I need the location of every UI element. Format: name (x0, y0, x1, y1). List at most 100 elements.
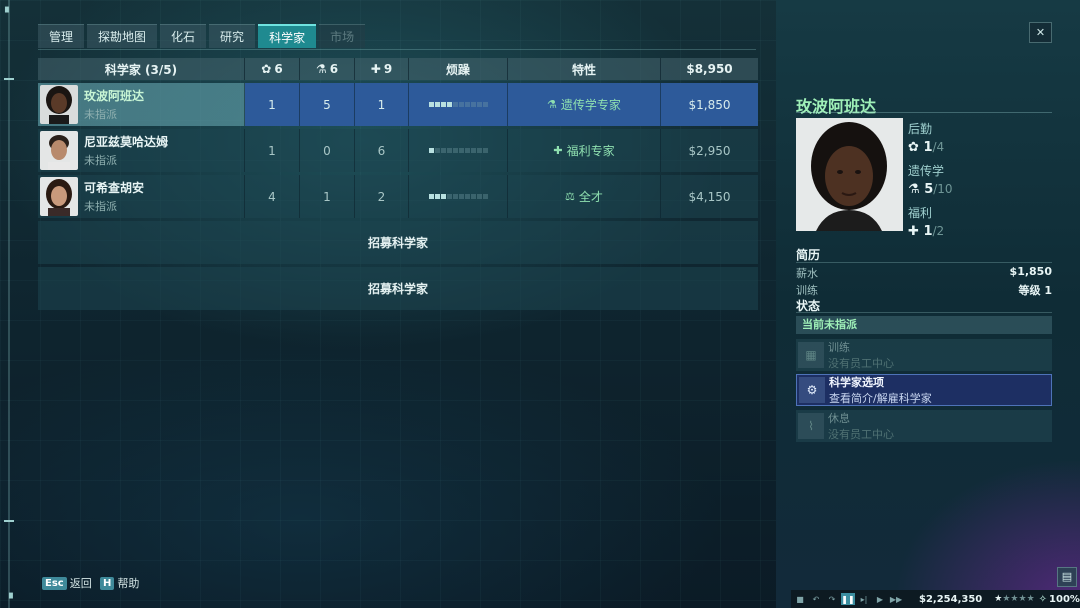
stat-genetics: 遗传学 ⚗ 5/10 (908, 162, 953, 197)
scientist-status: 未指派 (84, 154, 117, 167)
boredom-segment (452, 102, 458, 107)
boredom-segment (440, 194, 446, 199)
salary-cell: $1,850 (688, 97, 731, 112)
header-genetics-total: 6 (329, 62, 339, 76)
action-title: 休息 (828, 412, 850, 425)
action-text: 训练 没有员工中心 (828, 339, 894, 371)
clipboard-icon[interactable]: ▤ (1057, 567, 1077, 587)
help-hint[interactable]: H 帮助 (100, 575, 139, 591)
stat-logistics: 后勤 ✿ 1/4 (908, 120, 944, 155)
table-row[interactable]: 尼亚兹莫哈达姆 未指派 1 0 6 ✚ 福利专家 $2,950 (38, 129, 758, 172)
tab-bar: 管理 探勘地图 化石 研究 科学家 市场 (38, 24, 366, 48)
boredom-segment (428, 194, 434, 199)
scientist-name: 玫波阿班达 (84, 89, 145, 103)
lounge-chair-icon: ⌇ (798, 413, 824, 439)
logistics-cell: 4 (245, 175, 300, 218)
action-subtitle: 没有员工中心 (828, 428, 894, 441)
rail-tick (4, 520, 14, 522)
action-text: 休息 没有员工中心 (828, 410, 894, 442)
boredom-segment (482, 194, 488, 199)
fast-forward-icon[interactable]: ▶▶ (889, 593, 903, 605)
back-hint[interactable]: Esc 返回 (42, 575, 92, 591)
left-rail (8, 0, 10, 608)
plus-icon: ✚ (370, 62, 381, 76)
header-boredom[interactable]: 烦躁 (409, 58, 508, 80)
trait-label: 福利专家 (566, 144, 615, 158)
scientist-status: 未指派 (84, 108, 117, 121)
logistics-max: /4 (932, 140, 945, 154)
salary-cell: $2,950 (688, 143, 731, 158)
step-icon[interactable]: ▸| (857, 593, 871, 605)
star-icon: ★ (1018, 594, 1027, 604)
star-icon: ★ (1026, 594, 1035, 604)
action-subtitle: 没有员工中心 (828, 357, 894, 370)
trait-cell: ⚗ 遗传学专家 (508, 83, 661, 126)
undo-icon[interactable]: ↶ (809, 593, 823, 605)
rail-tick (4, 78, 14, 80)
table-header: 科学家 (3/5) ✿ 6 ⚗ 6 ✚ 9 烦躁 特性 $8,950 (38, 58, 758, 80)
pause-icon[interactable]: ❚❚ (841, 593, 855, 605)
star-icon: ★ (1010, 594, 1019, 604)
tab-research[interactable]: 研究 (209, 24, 256, 48)
play-icon[interactable]: ▶ (873, 593, 887, 605)
trait: ⚗ 遗传学专家 (547, 96, 621, 113)
genetics-max: /10 (933, 182, 953, 196)
header-logistics-total: 6 (274, 62, 283, 76)
training-label: 训练 (796, 284, 818, 297)
header-name[interactable]: 科学家 (3/5) (38, 58, 245, 80)
building-icon: ▦ (798, 342, 824, 368)
collapse-icon[interactable]: ✕ (1029, 22, 1052, 43)
welfare-cell: 6 (355, 129, 409, 172)
tab-fossils[interactable]: 化石 (160, 24, 207, 48)
salary-row: 薪水 $1,850 (796, 265, 1052, 281)
boredom-cell (409, 175, 508, 218)
tab-dig-map[interactable]: 探勘地图 (87, 24, 158, 48)
action-subtitle: 查看简介/解雇科学家 (829, 392, 932, 405)
camera-icon[interactable]: ■ (793, 593, 807, 605)
recruit-button[interactable]: 招募科学家 (38, 221, 758, 264)
stat-welfare: 福利 ✚ 1/2 (908, 204, 944, 239)
boredom-segment (446, 194, 452, 199)
dna-icon: ✧ (1038, 593, 1048, 605)
header-genetics[interactable]: ⚗ 6 (300, 58, 355, 80)
tab-manage[interactable]: 管理 (38, 24, 85, 48)
h-key: H (100, 576, 115, 590)
boredom-segment (434, 148, 440, 153)
gear-icon: ✿ (908, 140, 919, 155)
detail-panel (776, 0, 1080, 608)
name-block: 可希查胡安 未指派 (84, 179, 144, 214)
trait: ⚖ 全才 (565, 188, 603, 205)
trait-label: 遗传学专家 (560, 98, 621, 112)
header-logistics[interactable]: ✿ 6 (245, 58, 300, 80)
park-rating: ★★★★★ (994, 594, 1034, 604)
redo-icon[interactable]: ↷ (825, 593, 839, 605)
boredom-segment (476, 148, 482, 153)
boredom-segment (470, 148, 476, 153)
scientist-name: 尼亚兹莫哈达姆 (84, 135, 169, 149)
trait-cell: ✚ 福利专家 (508, 129, 661, 172)
boredom-segment (476, 194, 482, 199)
training-action: ▦ 训练 没有员工中心 (796, 339, 1052, 371)
salary-cell: $4,150 (688, 189, 731, 204)
header-welfare[interactable]: ✚ 9 (355, 58, 409, 80)
scientist-options-button[interactable]: ⚙ 科学家选项 查看简介/解雇科学家 (796, 374, 1052, 406)
recruit-button[interactable]: 招募科学家 (38, 267, 758, 310)
training-value: 等级 1 (1018, 284, 1052, 297)
corner-icon: ▖ (5, 2, 13, 13)
table-row[interactable]: 玫波阿班达 未指派 1 5 1 ⚗ 遗传学专家 $1,850 (38, 83, 758, 126)
esc-key: Esc (42, 576, 67, 590)
header-salary[interactable]: $8,950 (661, 58, 758, 80)
tab-scientists[interactable]: 科学家 (258, 24, 317, 48)
stat-value: ✚ 1/2 (908, 224, 944, 239)
rest-action: ⌇ 休息 没有员工中心 (796, 410, 1052, 442)
tab-market: 市场 (319, 24, 366, 48)
scientist-portrait (40, 131, 78, 170)
trait-cell: ⚖ 全才 (508, 175, 661, 218)
stat-label: 遗传学 (908, 164, 945, 178)
header-trait[interactable]: 特性 (508, 58, 661, 80)
name-cell: 可希查胡安 未指派 (38, 175, 245, 218)
table-row[interactable]: 可希查胡安 未指派 4 1 2 ⚖ 全才 $4,150 (38, 175, 758, 218)
back-label: 返回 (69, 577, 92, 590)
action-text: 科学家选项 查看简介/解雇科学家 (829, 374, 932, 406)
stat-label: 后勤 (908, 122, 933, 136)
